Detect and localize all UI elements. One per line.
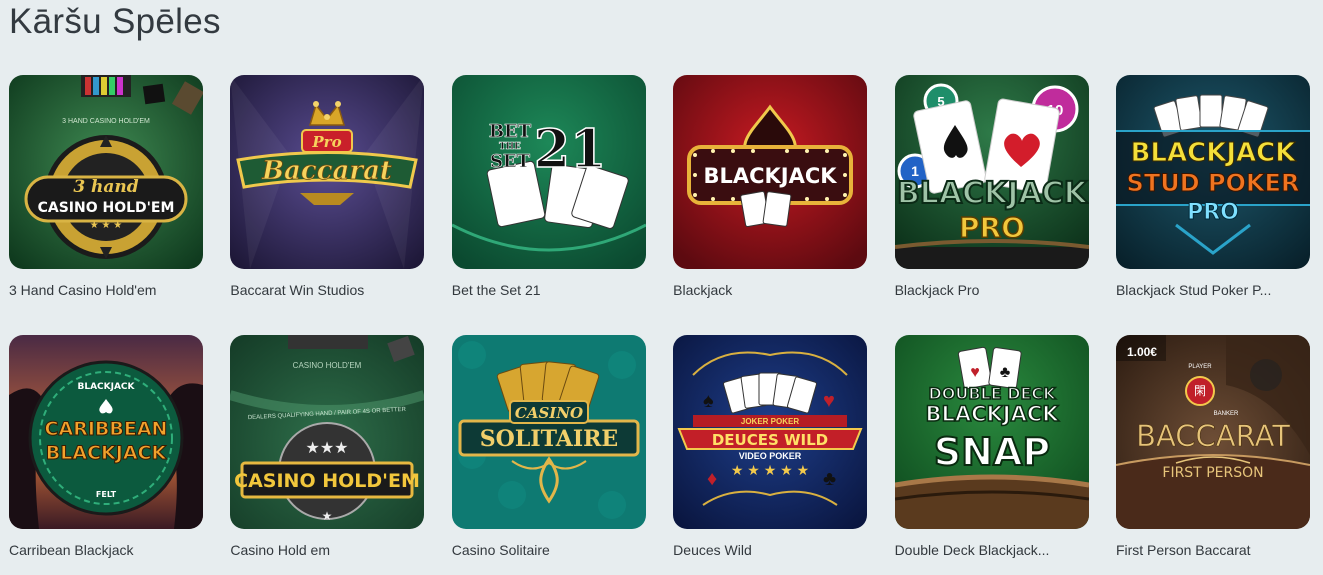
stars-icon: ★ ★ ★ [90, 220, 122, 231]
three-hand-holdem-art: 3 HAND CASINO HOLD'EM 3 hand CASINO HOLD… [9, 75, 203, 269]
game-logo-line3: SET [490, 151, 531, 172]
game-thumbnail[interactable]: BLACKJACK [673, 75, 868, 269]
blackjack-pro-art: 5 10 1 BLACKJACK PRO [894, 75, 1089, 269]
spade-icon: ♠ [703, 390, 714, 412]
game-card[interactable]: 5 10 1 BLACKJACK PRO Blackjack Pro [894, 75, 1089, 335]
game-thumbnail[interactable]: 3 HAND CASINO HOLD'EM 3 hand CASINO HOLD… [9, 75, 203, 269]
deuces-wild-art: ♠ ♥ ♦ ♣ JOKER POKER DEUCES WILD VIDEO PO… [673, 335, 868, 529]
table-header-text: CASINO HOLD'EM [293, 361, 362, 370]
svg-text:閑: 閑 [1194, 384, 1206, 398]
game-thumbnail[interactable]: Pro Baccarat [230, 75, 425, 269]
game-logo-line3: SNAP [933, 430, 1049, 474]
first-person-baccarat-art: 閑 PLAYER BANKER BACCARAT FIRST PERSON [1115, 335, 1310, 529]
game-logo-line1: BLACKJACK [897, 176, 1089, 211]
game-title[interactable]: Casino Hold em [230, 542, 424, 562]
game-card[interactable]: CASINO SOLITAIRE Casino Solitaire [451, 335, 646, 562]
game-logo-line1: CASINO HOLD'EM [235, 470, 421, 492]
game-logo-line1: Pro [312, 133, 342, 151]
game-logo-line2: CASINO HOLD'EM [38, 200, 175, 216]
game-card[interactable]: BET THE SET 21 Bet the Set 21 [451, 75, 646, 335]
game-logo-line1: BET [489, 121, 532, 142]
game-title[interactable]: 3 Hand Casino Hold'em [9, 282, 203, 302]
game-thumbnail[interactable]: ♠ ♥ ♦ ♣ JOKER POKER DEUCES WILD VIDEO PO… [673, 335, 868, 529]
game-logo-line3: VIDEO POKER [739, 451, 802, 461]
game-card[interactable]: ♥ ♣ DOUBLE DECK BLACKJACK SNAP Double De… [894, 335, 1089, 562]
playing-card-icon [762, 191, 792, 227]
game-card[interactable]: 3 HAND CASINO HOLD'EM 3 hand CASINO HOLD… [9, 75, 203, 335]
table-header-text: 3 HAND CASINO HOLD'EM [62, 118, 150, 125]
svg-text:♣: ♣ [999, 364, 1010, 381]
game-logo-line1: DOUBLE DECK [928, 384, 1056, 403]
game-title[interactable]: Casino Solitaire [452, 542, 646, 562]
blackjack-stud-poker-art: BLACKJACK STUD POKER PRO [1115, 75, 1310, 269]
game-thumbnail[interactable]: BLACKJACK CARIBBEAN BLACKJACK FELT [9, 335, 203, 529]
game-card[interactable]: ♠ ♥ ♦ ♣ JOKER POKER DEUCES WILD VIDEO PO… [673, 335, 868, 562]
game-logo-line2: BLACKJACK [46, 442, 168, 464]
stars-icon: ★★★ [306, 440, 349, 457]
pro-baccarat-art: Pro Baccarat [230, 75, 425, 269]
game-logo-line1: CASINO [515, 404, 583, 422]
double-deck-blackjack-art: ♥ ♣ DOUBLE DECK BLACKJACK SNAP [894, 335, 1089, 529]
svg-text:♥: ♥ [970, 364, 980, 381]
game-thumbnail[interactable]: ♥ ♣ DOUBLE DECK BLACKJACK SNAP [894, 335, 1089, 529]
game-card[interactable]: Pro Baccarat Baccarat Win Studios [230, 75, 425, 335]
game-thumbnail[interactable]: 閑 PLAYER BANKER BACCARAT FIRST PERSON 1.… [1115, 335, 1310, 529]
game-logo-line4: 21 [534, 119, 606, 180]
game-thumbnail[interactable]: BET THE SET 21 [451, 75, 646, 269]
game-logo-line1: BACCARAT [1136, 419, 1290, 453]
diamond-icon: ♦ [707, 468, 717, 490]
casino-solitaire-art: CASINO SOLITAIRE [451, 335, 646, 529]
game-title[interactable]: Double Deck Blackjack... [895, 542, 1089, 562]
heart-icon: ♥ [823, 390, 835, 412]
stars-icon: ★ ★ ★ ★ ★ [731, 462, 809, 478]
game-logo-line2: SOLITAIRE [480, 426, 618, 452]
casino-holdem-art: CASINO HOLD'EM DEALERS QUALIFYING HAND /… [230, 335, 425, 529]
game-title[interactable]: Bet the Set 21 [452, 282, 646, 302]
game-thumbnail[interactable]: BLACKJACK STUD POKER PRO [1115, 75, 1310, 269]
bet-amount-badge: 1.00€ [1126, 345, 1157, 359]
game-title[interactable]: Deuces Wild [673, 542, 867, 562]
game-title[interactable]: Blackjack Pro [895, 282, 1089, 302]
blackjack-art: BLACKJACK [673, 75, 868, 269]
game-logo-line1: 3 hand [73, 177, 138, 197]
game-card[interactable]: BLACKJACK Blackjack [673, 75, 868, 335]
banker-label: BANKER [1214, 411, 1239, 417]
game-title[interactable]: Blackjack Stud Poker P... [1116, 282, 1310, 302]
game-title[interactable]: Baccarat Win Studios [230, 282, 424, 302]
game-card[interactable]: CASINO HOLD'EM DEALERS QUALIFYING HAND /… [230, 335, 425, 562]
game-logo-line1: JOKER POKER [741, 417, 799, 426]
game-logo-line1: BLACKJACK [1131, 138, 1297, 168]
game-logo-line3: PRO [1187, 200, 1239, 225]
game-thumbnail[interactable]: CASINO HOLD'EM DEALERS QUALIFYING HAND /… [230, 335, 425, 529]
game-logo-line2: STUD POKER [1127, 169, 1300, 197]
section-title: Kāršu Spēles [9, 2, 221, 41]
game-title[interactable]: Blackjack [673, 282, 867, 302]
chip-bottom-text: FELT [96, 490, 117, 499]
chip-top-text: BLACKJACK [77, 382, 135, 392]
game-title[interactable]: First Person Baccarat [1116, 542, 1310, 562]
game-logo-line1: BLACKJACK [704, 164, 838, 188]
game-thumbnail[interactable]: 5 10 1 BLACKJACK PRO [894, 75, 1089, 269]
game-title[interactable]: Carribean Blackjack [9, 542, 203, 562]
game-card[interactable]: BLACKJACK STUD POKER PRO Blackjack Stud … [1115, 75, 1310, 335]
game-card[interactable]: BLACKJACK CARIBBEAN BLACKJACK FELT Carri… [9, 335, 203, 562]
club-icon: ♣ [823, 468, 836, 490]
caribbean-blackjack-art: BLACKJACK CARIBBEAN BLACKJACK FELT [9, 335, 203, 529]
game-logo-line2: FIRST PERSON [1162, 465, 1263, 481]
bet-the-set-art: BET THE SET 21 [451, 75, 646, 269]
game-logo-line2: BLACKJACK [925, 402, 1059, 426]
player-label: PLAYER [1188, 364, 1212, 370]
game-logo-line1: CARIBBEAN [45, 418, 168, 440]
game-thumbnail[interactable]: CASINO SOLITAIRE [451, 335, 646, 529]
game-logo-line2: Baccarat [261, 156, 392, 186]
star-icon: ★ [322, 509, 333, 523]
game-logo-line2: DEUCES WILD [712, 431, 828, 449]
game-card[interactable]: 閑 PLAYER BANKER BACCARAT FIRST PERSON 1.… [1115, 335, 1310, 562]
game-grid: 3 HAND CASINO HOLD'EM 3 hand CASINO HOLD… [9, 75, 1310, 562]
